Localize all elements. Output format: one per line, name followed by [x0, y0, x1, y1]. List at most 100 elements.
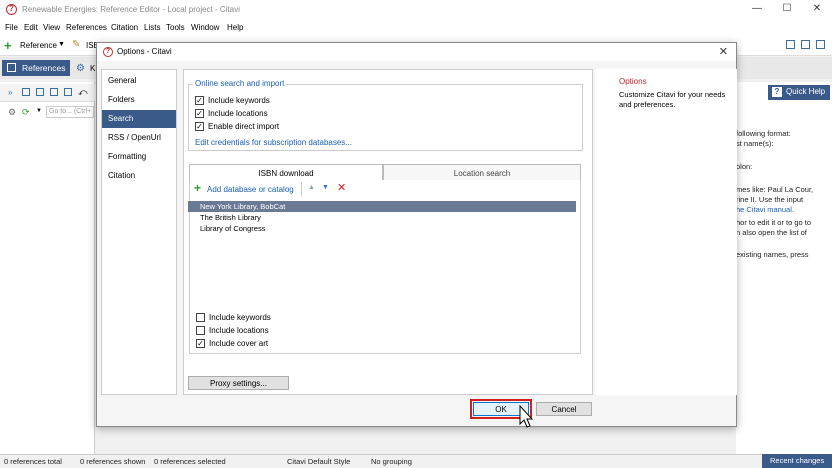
add-database-link[interactable]: Add database or catalog: [207, 185, 294, 194]
move-up-icon[interactable]: ▲: [308, 184, 315, 191]
nav-item-rss-openurl[interactable]: RSS / OpenUrl: [102, 129, 176, 147]
status-citation-style[interactable]: Citavi Default Style: [287, 457, 350, 466]
menu-help[interactable]: Help: [227, 23, 243, 32]
menu-window[interactable]: Window: [191, 23, 219, 32]
wand-icon[interactable]: ✎: [72, 39, 80, 50]
add-reference-icon[interactable]: +: [4, 38, 12, 53]
title-bar: ? Renewable Energies: Reference Editor -…: [0, 0, 832, 20]
cancel-button[interactable]: Cancel: [536, 402, 592, 416]
menu-bar: File Edit View References Citation Lists…: [0, 20, 832, 36]
help-icon: ?: [772, 87, 782, 97]
help-text-line: existing names, press: [736, 250, 809, 259]
status-selected: 0 references selected: [154, 457, 226, 466]
isbn-download-panel: + Add database or catalog ▲ ▼ ✕ New York…: [188, 180, 581, 354]
status-shown: 0 references shown: [80, 457, 146, 466]
nav-item-citation[interactable]: Citation: [102, 167, 176, 185]
quick-help-button[interactable]: ? Quick Help: [768, 85, 830, 100]
database-list-item[interactable]: Library of Congress: [188, 223, 576, 234]
settings-icon[interactable]: ⚙: [8, 107, 16, 118]
references-icon: [7, 63, 16, 72]
undo-icon[interactable]: ⤺: [78, 87, 88, 98]
checkbox-checked-icon[interactable]: ✓: [195, 122, 204, 131]
option-label: Include keywords: [209, 313, 271, 322]
refresh-icon[interactable]: ⟳: [22, 107, 30, 118]
edit-credentials-link[interactable]: Edit credentials for subscription databa…: [195, 138, 352, 147]
view-icon-3[interactable]: [50, 88, 58, 96]
dialog-title-bar: ? Options - Citavi ✕: [97, 43, 736, 61]
status-bar: 0 references total 0 references shown 0 …: [0, 454, 832, 468]
nav-item-formatting[interactable]: Formatting: [102, 148, 176, 166]
menu-citation[interactable]: Citation: [111, 23, 138, 32]
help-text-line: olon:: [736, 162, 753, 171]
chevron-down-icon[interactable]: ▼: [58, 41, 65, 48]
checkbox-checked-icon[interactable]: ✓: [195, 96, 204, 105]
online-search-legend: Online search and import: [193, 79, 287, 88]
online-search-group: Online search and import ✓ Include keywo…: [188, 79, 583, 151]
option-label: Enable direct import: [208, 122, 280, 131]
options-dialog: ? Options - Citavi ✕ General Folders Sea…: [96, 42, 737, 427]
proxy-settings-button[interactable]: Proxy settings...: [188, 376, 289, 390]
window-title: Renewable Energies: Reference Editor - L…: [22, 5, 240, 14]
tab-knowledge-label[interactable]: K: [90, 64, 95, 73]
menu-view[interactable]: View: [43, 23, 60, 32]
nav-item-search[interactable]: Search: [102, 110, 176, 128]
isbn-option-include-locations[interactable]: Include locations: [196, 326, 269, 335]
quick-help-label: Quick Help: [786, 87, 826, 96]
option-label: Include locations: [208, 109, 268, 118]
info-heading: Options: [619, 77, 647, 86]
menu-references[interactable]: References: [66, 23, 107, 32]
option-include-locations[interactable]: ✓ Include locations: [195, 109, 268, 118]
isbn-option-include-cover-art[interactable]: ✓ Include cover art: [196, 339, 268, 348]
nav-item-folders[interactable]: Folders: [102, 91, 176, 109]
option-include-keywords[interactable]: ✓ Include keywords: [195, 96, 270, 105]
checkbox-unchecked-icon[interactable]: [196, 313, 205, 322]
move-down-icon[interactable]: ▼: [322, 184, 329, 191]
chevron-down-icon[interactable]: ▼: [36, 108, 42, 114]
help-text-line: rine II. Use the input: [736, 195, 804, 204]
dialog-title: Options - Citavi: [117, 47, 172, 56]
tab-location-search[interactable]: Location search: [383, 164, 581, 181]
minimize-button[interactable]: —: [742, 3, 772, 14]
citavi-dialog-icon: ?: [103, 47, 113, 57]
options-nav: General Folders Search RSS / OpenUrl For…: [101, 69, 177, 395]
option-enable-direct-import[interactable]: ✓ Enable direct import: [195, 122, 279, 131]
nav-item-general[interactable]: General: [102, 72, 176, 90]
menu-file[interactable]: File: [5, 23, 18, 32]
options-info-pane: Options Customize Citavi for your needs …: [595, 69, 737, 395]
view-icon-4[interactable]: [64, 88, 72, 96]
maximize-button[interactable]: ☐: [772, 3, 802, 14]
menu-tools[interactable]: Tools: [166, 23, 185, 32]
delete-icon[interactable]: ✕: [337, 181, 346, 194]
database-list-item[interactable]: New York Library, BobCat: [188, 201, 576, 212]
layout-icon-1[interactable]: [786, 40, 795, 49]
close-icon[interactable]: ✕: [719, 45, 728, 58]
close-window-button[interactable]: ✕: [802, 3, 832, 14]
tab-references[interactable]: References: [2, 60, 70, 76]
menu-lists[interactable]: Lists: [144, 23, 160, 32]
list-toolbar: » ⤺: [0, 84, 95, 102]
add-icon[interactable]: +: [194, 181, 201, 195]
layout-icon-3[interactable]: [816, 40, 825, 49]
menu-edit[interactable]: Edit: [24, 23, 38, 32]
checkbox-checked-icon[interactable]: ✓: [195, 109, 204, 118]
option-label: Include locations: [209, 326, 269, 335]
layout-icon-2[interactable]: [801, 40, 810, 49]
view-icon-1[interactable]: [22, 88, 30, 96]
database-list-item[interactable]: The British Library: [188, 212, 576, 223]
checkbox-checked-icon[interactable]: ✓: [196, 339, 205, 348]
citavi-app-icon: ?: [6, 4, 17, 15]
knowledge-icon[interactable]: ⚙: [76, 63, 85, 74]
help-text-line: st name(s):: [736, 139, 774, 148]
view-icon-2[interactable]: [36, 88, 44, 96]
reference-button-label[interactable]: Reference: [20, 41, 57, 50]
help-manual-link[interactable]: he Citavi manual.: [736, 205, 794, 214]
option-label: Include cover art: [209, 339, 269, 348]
status-grouping[interactable]: No grouping: [371, 457, 412, 466]
goto-input[interactable]: Go to... (Ctrl+: [46, 106, 94, 118]
tab-isbn-download[interactable]: ISBN download: [189, 164, 383, 181]
recent-changes-button[interactable]: Recent changes: [762, 454, 832, 468]
search-options-panel: Online search and import ✓ Include keywo…: [183, 69, 593, 395]
checkbox-unchecked-icon[interactable]: [196, 326, 205, 335]
isbn-option-include-keywords[interactable]: Include keywords: [196, 313, 271, 322]
expand-icon[interactable]: »: [8, 88, 12, 97]
